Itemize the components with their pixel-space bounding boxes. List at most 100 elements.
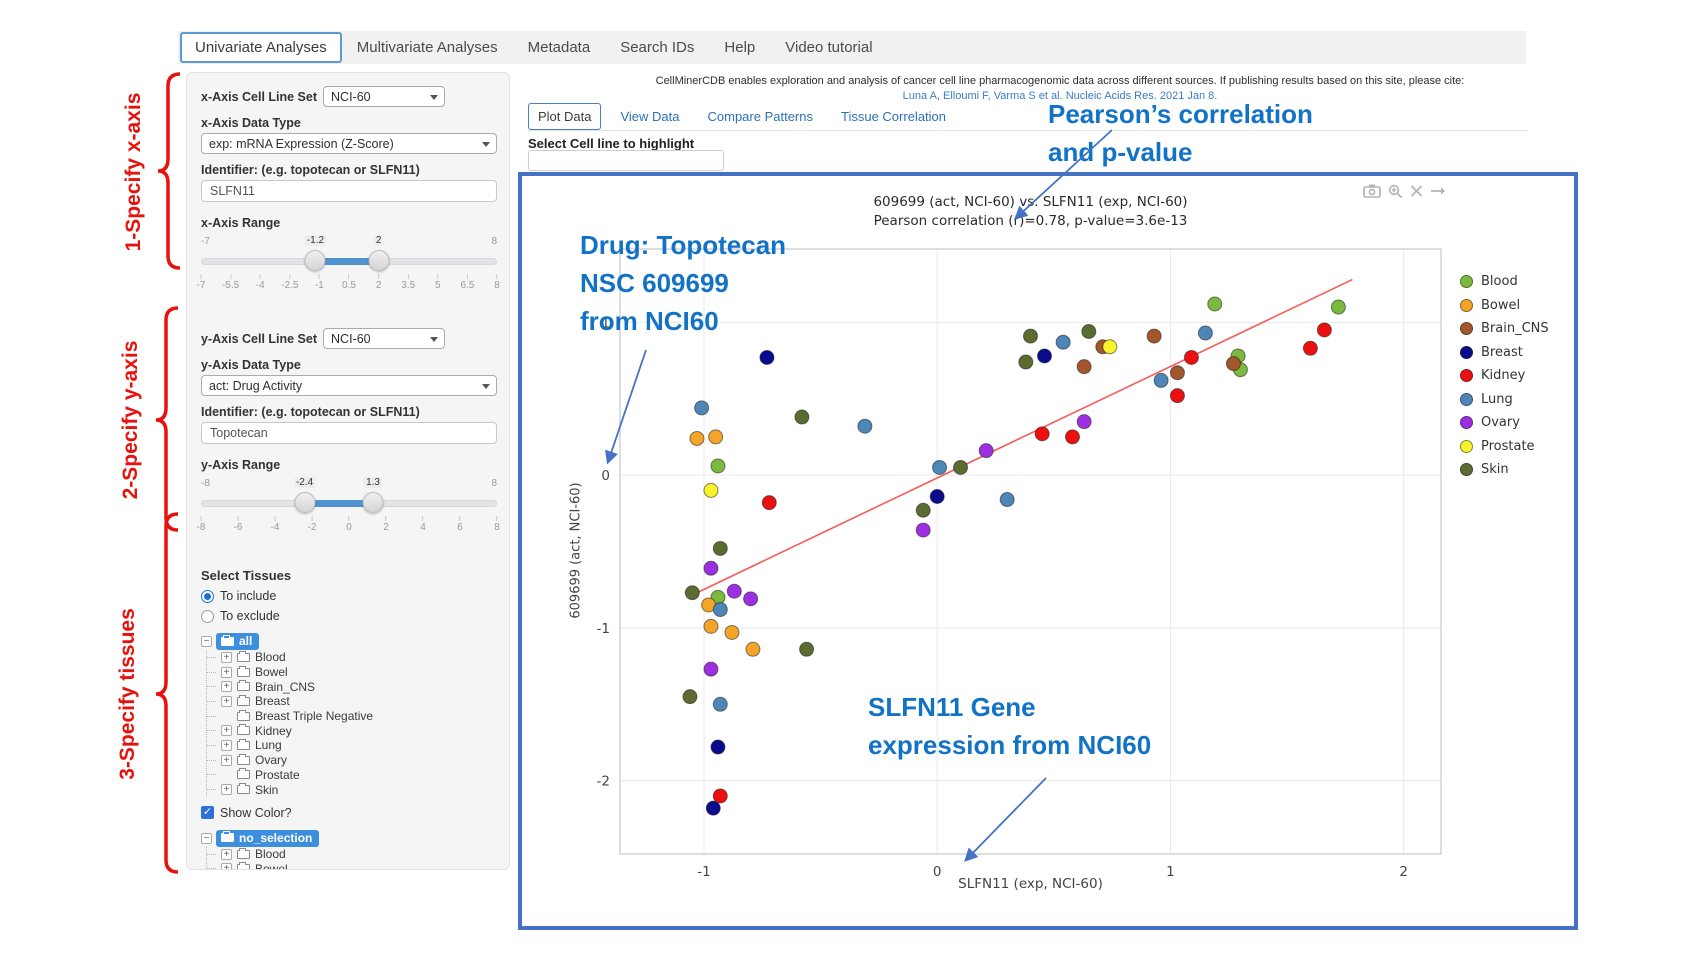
tab-plot-data[interactable]: Plot Data [528, 103, 601, 130]
scatter-point-bowel[interactable] [709, 430, 723, 444]
legend-item-blood[interactable]: Blood [1460, 274, 1549, 289]
tree-collapse-icon[interactable]: − [201, 833, 212, 844]
legend-item-kidney[interactable]: Kidney [1460, 368, 1549, 383]
tree-item-bowel[interactable]: +Bowel [207, 665, 497, 680]
y-cell-line-set-select[interactable]: NCI-60 [323, 328, 445, 349]
tree-expand-icon[interactable]: + [221, 652, 232, 663]
scatter-point-skin[interactable] [1082, 325, 1096, 339]
y-range-handle-to[interactable] [363, 492, 384, 513]
scatter-point-kidney[interactable] [1170, 389, 1184, 403]
scatter-point-lung[interactable] [1154, 373, 1168, 387]
highlight-input[interactable] [528, 150, 724, 171]
tree-expand-icon[interactable]: + [221, 849, 232, 860]
tree-item-lung[interactable]: +Lung [207, 738, 497, 753]
scatter-point-lung[interactable] [1056, 335, 1070, 349]
nav-item-help[interactable]: Help [709, 32, 770, 63]
scatter-point-skin[interactable] [683, 690, 697, 704]
scatter-point-lung[interactable] [695, 401, 709, 415]
tab-compare-patterns[interactable]: Compare Patterns [699, 104, 823, 129]
scatter-point-breast[interactable] [760, 350, 774, 364]
scatter-point-brain_cns[interactable] [1147, 329, 1161, 343]
nav-item-search-ids[interactable]: Search IDs [605, 32, 709, 63]
legend-item-bowel[interactable]: Bowel [1460, 298, 1549, 313]
x-range-handle-from[interactable] [305, 250, 326, 271]
scatter-point-breast[interactable] [711, 740, 725, 754]
scatter-point-breast[interactable] [1037, 349, 1051, 363]
scatter-point-prostate[interactable] [704, 483, 718, 497]
tree-expand-icon[interactable]: + [221, 740, 232, 751]
radio-include-control[interactable] [201, 590, 214, 603]
scatter-point-brain_cns[interactable] [1226, 357, 1240, 371]
scatter-point-kidney[interactable] [1184, 350, 1198, 364]
nav-item-univariate-analyses[interactable]: Univariate Analyses [180, 32, 342, 63]
tree-item-prostate[interactable]: Prostate [207, 768, 497, 783]
scatter-point-kidney[interactable] [1303, 341, 1317, 355]
scatter-point-ovary[interactable] [704, 561, 718, 575]
scatter-point-blood[interactable] [711, 459, 725, 473]
tree-root-no_selection[interactable]: no_selection [216, 830, 319, 847]
scatter-point-bowel[interactable] [704, 619, 718, 633]
scatter-point-lung[interactable] [1198, 326, 1212, 340]
legend-item-prostate[interactable]: Prostate [1460, 439, 1549, 454]
scatter-point-brain_cns[interactable] [1170, 366, 1184, 380]
scatter-point-brain_cns[interactable] [1077, 360, 1091, 374]
scatter-point-lung[interactable] [933, 460, 947, 474]
radio-to-include[interactable]: To include [201, 589, 497, 603]
legend-item-breast[interactable]: Breast [1460, 345, 1549, 360]
nav-item-metadata[interactable]: Metadata [513, 32, 606, 63]
scatter-point-skin[interactable] [685, 586, 699, 600]
legend-item-lung[interactable]: Lung [1460, 392, 1549, 407]
x-identifier-input[interactable]: SLFN11 [201, 180, 497, 202]
tree-expand-icon[interactable]: + [221, 863, 232, 870]
scatter-point-skin[interactable] [1019, 355, 1033, 369]
y-range-slider[interactable]: -88-2.41.3-8-6-4-202468 [201, 492, 497, 544]
y-identifier-input[interactable]: Topotecan [201, 422, 497, 444]
scatter-point-kidney[interactable] [713, 789, 727, 803]
tree-item-breast[interactable]: +Breast [207, 694, 497, 709]
scatter-point-kidney[interactable] [1317, 323, 1331, 337]
y-data-type-select[interactable]: act: Drug Activity [201, 375, 497, 396]
scatter-point-ovary[interactable] [1077, 415, 1091, 429]
x-range-handle-to[interactable] [368, 250, 389, 271]
nav-item-multivariate-analyses[interactable]: Multivariate Analyses [342, 32, 513, 63]
show-color-row[interactable]: ✓ Show Color? [201, 806, 497, 820]
tree-item-ovary[interactable]: +Ovary [207, 753, 497, 768]
scatter-point-bowel[interactable] [690, 431, 704, 445]
scatter-point-bowel[interactable] [746, 642, 760, 656]
tree-item-breast-triple-negative[interactable]: Breast Triple Negative [207, 709, 497, 724]
tree-item-kidney[interactable]: +Kidney [207, 723, 497, 738]
scatter-point-lung[interactable] [858, 419, 872, 433]
scatter-point-skin[interactable] [916, 503, 930, 517]
scatter-point-blood[interactable] [1208, 297, 1222, 311]
scatter-point-lung[interactable] [713, 697, 727, 711]
tree-item-skin[interactable]: +Skin [207, 782, 497, 797]
tab-view-data[interactable]: View Data [611, 104, 688, 129]
tree-expand-icon[interactable]: + [221, 681, 232, 692]
tree-item-blood[interactable]: +Blood [207, 847, 497, 862]
scatter-point-skin[interactable] [800, 642, 814, 656]
scatter-point-breast[interactable] [706, 801, 720, 815]
scatter-point-ovary[interactable] [979, 444, 993, 458]
scatter-point-lung[interactable] [713, 603, 727, 617]
x-cell-line-set-select[interactable]: NCI-60 [323, 86, 445, 107]
scatter-point-ovary[interactable] [727, 584, 741, 598]
radio-to-exclude[interactable]: To exclude [201, 609, 497, 623]
x-range-slider[interactable]: -78-1.22-7-5.5-4-2.5-10.523.556.58 [201, 250, 497, 302]
scatter-point-ovary[interactable] [916, 523, 930, 537]
scatter-point-skin[interactable] [713, 541, 727, 555]
scatter-point-prostate[interactable] [1103, 340, 1117, 354]
scatter-point-skin[interactable] [954, 460, 968, 474]
scatter-point-lung[interactable] [1000, 493, 1014, 507]
legend-item-ovary[interactable]: Ovary [1460, 415, 1549, 430]
tree-item-blood[interactable]: +Blood [207, 650, 497, 665]
nav-item-video-tutorial[interactable]: Video tutorial [770, 32, 887, 63]
scatter-point-kidney[interactable] [1065, 430, 1079, 444]
scatter-point-breast[interactable] [930, 490, 944, 504]
tree-expand-icon[interactable]: + [221, 725, 232, 736]
tree-item-bowel[interactable]: +Bowel [207, 862, 497, 870]
tree-expand-icon[interactable]: + [221, 755, 232, 766]
x-data-type-select[interactable]: exp: mRNA Expression (Z-Score) [201, 133, 497, 154]
tree-expand-icon[interactable]: + [221, 784, 232, 795]
scatter-point-kidney[interactable] [1035, 427, 1049, 441]
tree-expand-icon[interactable]: + [221, 696, 232, 707]
